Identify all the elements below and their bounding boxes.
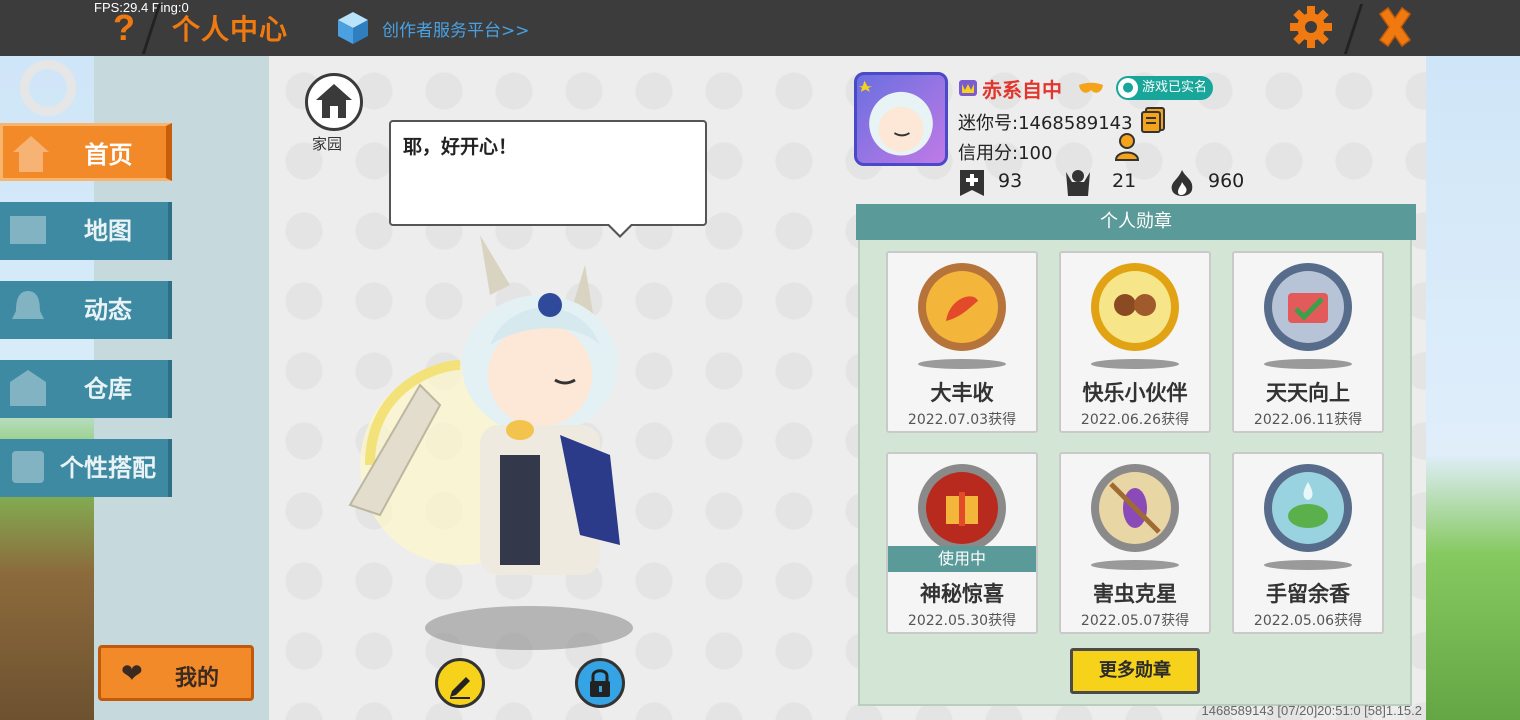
mask-icon xyxy=(1079,82,1103,93)
house-icon xyxy=(13,136,49,172)
medal-pedestal xyxy=(1091,359,1179,369)
sidebar-item-label: 地图 xyxy=(84,217,132,245)
progress-medal-icon xyxy=(1264,263,1352,351)
sidebar-item-home[interactable]: 首页 xyxy=(0,123,172,181)
badge-date: 2022.05.07获得 xyxy=(1080,613,1190,629)
sidebar-item-feed[interactable]: 动态 xyxy=(0,281,172,339)
sidebar-item-label: 首页 xyxy=(84,141,133,169)
badge-name: 神秘惊喜 xyxy=(920,582,1004,606)
badge-date: 2022.05.06获得 xyxy=(1253,613,1363,629)
badge-card[interactable]: 手留余香 2022.05.06获得 xyxy=(1232,452,1384,634)
profile-avatar[interactable] xyxy=(854,72,948,166)
stat-value: 21 xyxy=(1112,170,1137,192)
sidebar-item-label: 个性搭配 xyxy=(60,454,156,482)
vip-icon xyxy=(959,80,977,96)
badge-panel-title: 个人勋章 xyxy=(856,204,1416,240)
character-avatar[interactable] xyxy=(330,215,650,615)
badge-name: 快乐小伙伴 xyxy=(1082,381,1188,405)
sidebar-item-label: 仓库 xyxy=(84,375,132,403)
pencil-icon xyxy=(450,677,470,699)
house-icon xyxy=(316,84,352,118)
mini-id: 迷你号:1468589143 xyxy=(958,113,1133,134)
stat-value: 93 xyxy=(998,170,1023,192)
my-button-label: 我的 xyxy=(175,666,220,691)
realname-label: 游戏已实名 xyxy=(1142,80,1208,95)
gear-icon[interactable] xyxy=(1288,4,1334,50)
avatar-shadow xyxy=(425,606,633,650)
avatar-portrait xyxy=(858,80,933,156)
sidebar-item-outfit[interactable]: 个性搭配 xyxy=(0,439,172,497)
realname-badge: ● 游戏已实名 xyxy=(1116,76,1214,100)
edit-button[interactable] xyxy=(435,658,485,708)
lock-icon xyxy=(590,669,610,697)
person-icon: ● xyxy=(1118,78,1138,98)
badge-card[interactable]: 害虫克星 2022.05.07获得 xyxy=(1059,452,1211,634)
badge-date: 2022.07.03获得 xyxy=(907,412,1017,428)
credit-score: 信用分:100 xyxy=(958,143,1053,164)
badge-name: 天天向上 xyxy=(1266,381,1350,405)
sidebar-item-label: 动态 xyxy=(84,296,132,324)
speech-text: 耶，好开心！ xyxy=(403,136,518,158)
badge-card[interactable]: 快乐小伙伴 2022.06.26获得 xyxy=(1059,251,1211,433)
creator-platform-link[interactable]: 创作者服务平台>> xyxy=(382,16,530,41)
speech-bubble: 耶，好开心！ xyxy=(389,120,707,226)
in-use-tag: 使用中 xyxy=(888,546,1036,572)
fire-icon xyxy=(1171,170,1193,196)
more-badges-button[interactable]: 更多勋章 xyxy=(1070,648,1200,694)
record-button[interactable] xyxy=(20,60,76,116)
warehouse-icon xyxy=(10,370,46,406)
pest-medal-icon xyxy=(1091,464,1179,552)
home-button[interactable] xyxy=(305,73,363,131)
badge-card[interactable]: 天天向上 2022.06.11获得 xyxy=(1232,251,1384,433)
badge-card[interactable]: 大丰收 2022.07.03获得 xyxy=(886,251,1038,433)
badge-card[interactable]: 使用中 神秘惊喜 2022.05.30获得 xyxy=(886,452,1038,634)
home-label: 家园 xyxy=(312,135,343,153)
creator-cube-icon xyxy=(338,12,368,44)
badge-date: 2022.06.26获得 xyxy=(1080,412,1190,428)
background-scenery-right xyxy=(1426,56,1520,720)
badge-name: 手留余香 xyxy=(1266,582,1350,606)
footer-info: 1468589143 [07/20]20:51:0 [58]1.15.2 xyxy=(1201,703,1422,718)
fragrance-medal-icon xyxy=(1264,464,1352,552)
medal-pedestal xyxy=(1264,560,1352,570)
harvest-medal-icon xyxy=(918,263,1006,351)
badge-name: 害虫克星 xyxy=(1093,582,1177,606)
sidebar-item-map[interactable]: 地图 xyxy=(0,202,172,260)
fans-icon xyxy=(1066,170,1090,196)
lock-button[interactable] xyxy=(575,658,625,708)
page-title: 个人中心 xyxy=(172,13,289,46)
outfit-icon xyxy=(12,451,44,483)
medal-pedestal xyxy=(1091,560,1179,570)
badge-name: 大丰收 xyxy=(930,381,994,405)
credit-icon[interactable] xyxy=(1114,132,1144,162)
sidebar-item-warehouse[interactable]: 仓库 xyxy=(0,360,172,418)
badge-date: 2022.05.30获得 xyxy=(907,613,1017,629)
copy-icon[interactable] xyxy=(1140,106,1166,134)
plus-icon xyxy=(960,170,984,196)
close-icon[interactable] xyxy=(1372,4,1418,50)
my-button[interactable]: ❤ 我的 xyxy=(98,645,254,701)
stat-value: 960 xyxy=(1208,170,1245,192)
medal-pedestal xyxy=(1264,359,1352,369)
player-name: 赤系自中 xyxy=(982,78,1062,102)
bell-icon xyxy=(12,291,44,319)
badge-date: 2022.06.11获得 xyxy=(1253,412,1363,428)
heart-icon: ❤ xyxy=(121,659,143,689)
surprise-medal-icon xyxy=(918,464,1006,552)
friends-medal-icon xyxy=(1091,263,1179,351)
medal-pedestal xyxy=(918,359,1006,369)
map-icon xyxy=(10,216,46,244)
